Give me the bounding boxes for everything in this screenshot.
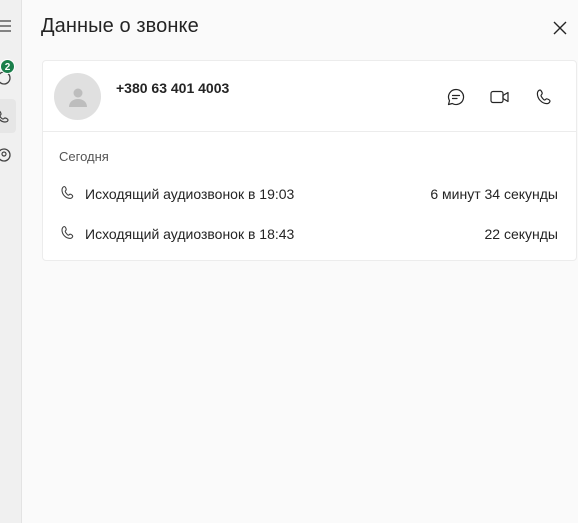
phone-icon [61, 225, 74, 239]
call-description: Исходящий аудиозвонок в 18:43 [85, 226, 295, 242]
video-call-button[interactable] [488, 85, 512, 109]
close-icon [553, 21, 567, 35]
call-history-row[interactable]: Исходящий аудиозвонок в 18:43 22 секунды [43, 222, 576, 246]
app-window: 2 Данные о звонке +380 63 401 4003 Сегод… [0, 0, 578, 523]
audio-call-button[interactable] [532, 85, 556, 109]
chat-button[interactable] [444, 85, 468, 109]
page-title: Данные о звонке [41, 15, 199, 37]
nav-rail: 2 [0, 0, 22, 523]
unread-badge: 2 [0, 59, 15, 74]
menu-icon[interactable] [0, 14, 16, 38]
call-description: Исходящий аудиозвонок в 19:03 [85, 186, 295, 202]
chat-icon [447, 88, 465, 106]
call-history-row[interactable]: Исходящий аудиозвонок в 19:03 6 минут 34… [43, 182, 576, 206]
person-icon [68, 88, 87, 107]
nav-contacts-icon[interactable] [0, 143, 16, 167]
call-details-card: +380 63 401 4003 Сегодня Исходящий аудио… [42, 60, 577, 261]
phone-icon [61, 185, 74, 199]
contact-phone-number[interactable]: +380 63 401 4003 [116, 80, 229, 96]
contact-header: +380 63 401 4003 [43, 61, 576, 132]
call-duration: 6 минут 34 секунды [430, 186, 558, 202]
section-label-today: Сегодня [59, 149, 109, 164]
phone-icon [536, 89, 551, 105]
call-duration: 22 секунды [484, 226, 559, 242]
call-details-panel: Данные о звонке +380 63 401 4003 Сегодня… [22, 0, 578, 523]
nav-calls-icon[interactable] [0, 99, 16, 133]
avatar[interactable] [54, 73, 101, 120]
close-button[interactable] [550, 18, 570, 38]
video-icon [490, 90, 509, 104]
